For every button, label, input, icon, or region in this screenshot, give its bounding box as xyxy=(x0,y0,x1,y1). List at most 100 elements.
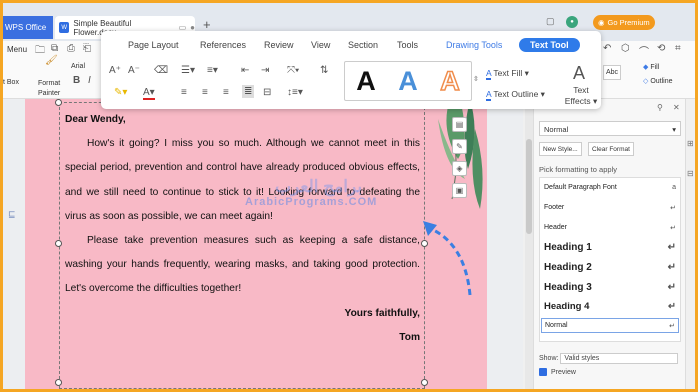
text-style-orange-outline[interactable]: A xyxy=(440,65,461,97)
font-color-icon[interactable]: A▾ xyxy=(143,87,155,100)
decrease-font-size-icon[interactable]: A⁻ xyxy=(128,65,140,76)
resize-handle-middle-left[interactable] xyxy=(55,240,62,247)
quick-tools: ▤ ✎ ◈ ▣ xyxy=(452,117,468,205)
app-window: WPS Office W Simple Beautiful Flower.doc… xyxy=(3,3,695,389)
text-direction-icon[interactable]: ⤧▾ xyxy=(287,65,299,76)
sort-icon[interactable]: ⇅ xyxy=(320,65,328,76)
clear-format-button[interactable]: Clear Format xyxy=(588,142,634,156)
text-effects-label: Text Effects xyxy=(564,85,591,106)
document-page[interactable]: Dear Wendy, How's it going? I miss you s… xyxy=(25,99,487,389)
copy-icon[interactable]: ⧉ xyxy=(51,43,58,54)
show-filter-select[interactable]: Valid styles xyxy=(560,353,679,364)
vertical-scrollbar[interactable] xyxy=(525,99,533,389)
style-footer[interactable]: Footer ↵ xyxy=(544,204,676,212)
style-default-paragraph-font[interactable]: Default Paragraph Font a xyxy=(544,184,676,191)
letter-text[interactable]: Dear Wendy, How's it going? I miss you s… xyxy=(65,108,420,350)
tab-section[interactable]: Section xyxy=(348,40,378,50)
print-icon[interactable]: ⎙ xyxy=(67,43,75,54)
style-heading-2[interactable]: Heading 2 ↵ xyxy=(544,262,676,273)
text-fill-icon: A xyxy=(486,68,492,80)
window-layout-icon[interactable]: ▢ xyxy=(546,16,555,27)
justify-icon[interactable]: ≣ xyxy=(242,85,255,98)
clear-formatting-icon[interactable]: ⌫ xyxy=(154,65,168,76)
pen-icon[interactable]: ✎ xyxy=(452,139,467,154)
crop-icon[interactable]: ⌗ xyxy=(675,43,681,54)
distributed-icon[interactable]: ⊟ xyxy=(263,87,271,98)
resize-handle-bottom-right[interactable] xyxy=(421,379,428,386)
tab-text-tool[interactable]: Text Tool xyxy=(519,38,580,52)
new-tab-button[interactable]: + xyxy=(203,17,211,32)
curved-arrow-icon xyxy=(423,221,472,296)
text-style-blue[interactable]: A xyxy=(398,66,418,97)
format-painter-icon[interactable]: 🖌 xyxy=(45,55,58,66)
text-wrap-icon[interactable]: ⌒ xyxy=(639,43,649,58)
style-label: Heading 3 xyxy=(544,282,592,293)
paragraph-return-icon: ↵ xyxy=(667,282,676,293)
align-center-icon[interactable]: ≡ xyxy=(202,87,208,98)
close-pane-icon[interactable]: ✕ xyxy=(673,103,680,112)
text-effects-icon[interactable]: A xyxy=(573,63,585,84)
numbered-list-icon[interactable]: ≡▾ xyxy=(207,65,218,76)
shape-icon[interactable]: ⬡ xyxy=(621,43,630,54)
align-right-icon[interactable]: ≡ xyxy=(223,87,229,98)
text-style-gallery[interactable]: A A A xyxy=(344,61,472,101)
increase-font-size-icon[interactable]: A⁺ xyxy=(109,65,121,76)
format-painter-label[interactable]: Format Painter xyxy=(38,79,68,99)
style-header[interactable]: Header ↵ xyxy=(544,224,676,232)
tab-view[interactable]: View xyxy=(311,40,330,50)
closing: Yours faithfully, xyxy=(344,307,420,319)
paragraph-marker-icon[interactable]: ⊑ xyxy=(8,209,16,220)
save-icon[interactable]: ⎗ xyxy=(83,43,91,54)
style-normal[interactable]: Normal ↵ xyxy=(541,318,679,333)
style-heading-3[interactable]: Heading 3 ↵ xyxy=(544,282,676,293)
style-heading-1[interactable]: Heading 1 ↵ xyxy=(544,242,676,253)
tab-drawing-tools[interactable]: Drawing Tools xyxy=(446,40,502,50)
increase-indent-icon[interactable]: ⇥ xyxy=(261,65,269,76)
shape-fill-icon[interactable]: ◈ xyxy=(452,161,467,176)
text-outline-button[interactable]: A Text Outline ▾ xyxy=(486,89,545,101)
scrollbar-thumb[interactable] xyxy=(526,139,532,234)
align-left-icon[interactable]: ≡ xyxy=(181,87,187,98)
rotate-icon[interactable]: ⟲ xyxy=(657,43,665,54)
decrease-indent-icon[interactable]: ⇤ xyxy=(241,65,249,76)
italic-button[interactable]: I xyxy=(88,75,91,86)
gallery-more-icon[interactable]: ⇳ xyxy=(473,75,479,83)
line-spacing-icon[interactable]: ↕≡▾ xyxy=(287,87,303,98)
tab-wps-office[interactable]: WPS Office xyxy=(3,16,53,39)
preview-checkbox[interactable]: Preview xyxy=(539,368,576,376)
bullet-list-icon[interactable]: ☰▾ xyxy=(181,65,195,76)
tab-references[interactable]: References xyxy=(200,40,246,50)
text-fill-button[interactable]: A Text Fill ▾ xyxy=(486,68,529,80)
resize-handle-bottom-left[interactable] xyxy=(55,379,62,386)
bold-button[interactable]: B xyxy=(73,75,80,86)
style-heading-4[interactable]: Heading 4 ↵ xyxy=(544,301,676,312)
text-box-label[interactable]: t Box xyxy=(3,79,19,86)
resize-handle-top-left[interactable] xyxy=(55,99,62,106)
fill-menu[interactable]: ◆ Fill xyxy=(643,63,659,71)
go-premium-button[interactable]: ◉ Go Premium xyxy=(593,15,655,30)
undo-icon[interactable]: ↶ xyxy=(603,43,611,54)
avatar[interactable]: ● xyxy=(566,16,578,28)
tab-page-layout[interactable]: Page Layout xyxy=(128,40,179,50)
open-folder-icon[interactable]: 🗀 xyxy=(35,43,45,60)
sidebar-tool-icon[interactable]: ⊞ xyxy=(687,139,694,148)
paragraph-return-icon: ↵ xyxy=(668,301,676,312)
show-filter[interactable]: Show: Valid styles xyxy=(539,353,679,364)
highlight-icon[interactable]: ✎▾ xyxy=(114,87,127,98)
outline-menu[interactable]: ◇ Outline xyxy=(643,77,673,85)
paragraph-return-icon: ↵ xyxy=(670,225,676,232)
new-style-button[interactable]: New Style... xyxy=(539,142,582,156)
pin-icon[interactable]: ⚲ xyxy=(657,103,663,112)
word-doc-icon: W xyxy=(59,22,70,33)
layout-options-icon[interactable]: ▤ xyxy=(452,117,467,132)
tab-review[interactable]: Review xyxy=(264,40,294,50)
text-style-black[interactable]: A xyxy=(356,66,376,97)
font-name-field[interactable]: Arial xyxy=(71,63,85,70)
sidebar-tool-icon[interactable]: ⊟ xyxy=(687,169,694,178)
current-style-select[interactable]: Normal ▾ xyxy=(539,121,681,136)
crop-frame-icon[interactable]: ▣ xyxy=(452,183,467,198)
tab-tools[interactable]: Tools xyxy=(397,40,418,50)
shape-style-preview[interactable]: Abc xyxy=(603,65,622,80)
text-effects-button[interactable]: Text Effects ▾ xyxy=(563,85,599,107)
menu-button[interactable]: Menu xyxy=(7,45,27,54)
